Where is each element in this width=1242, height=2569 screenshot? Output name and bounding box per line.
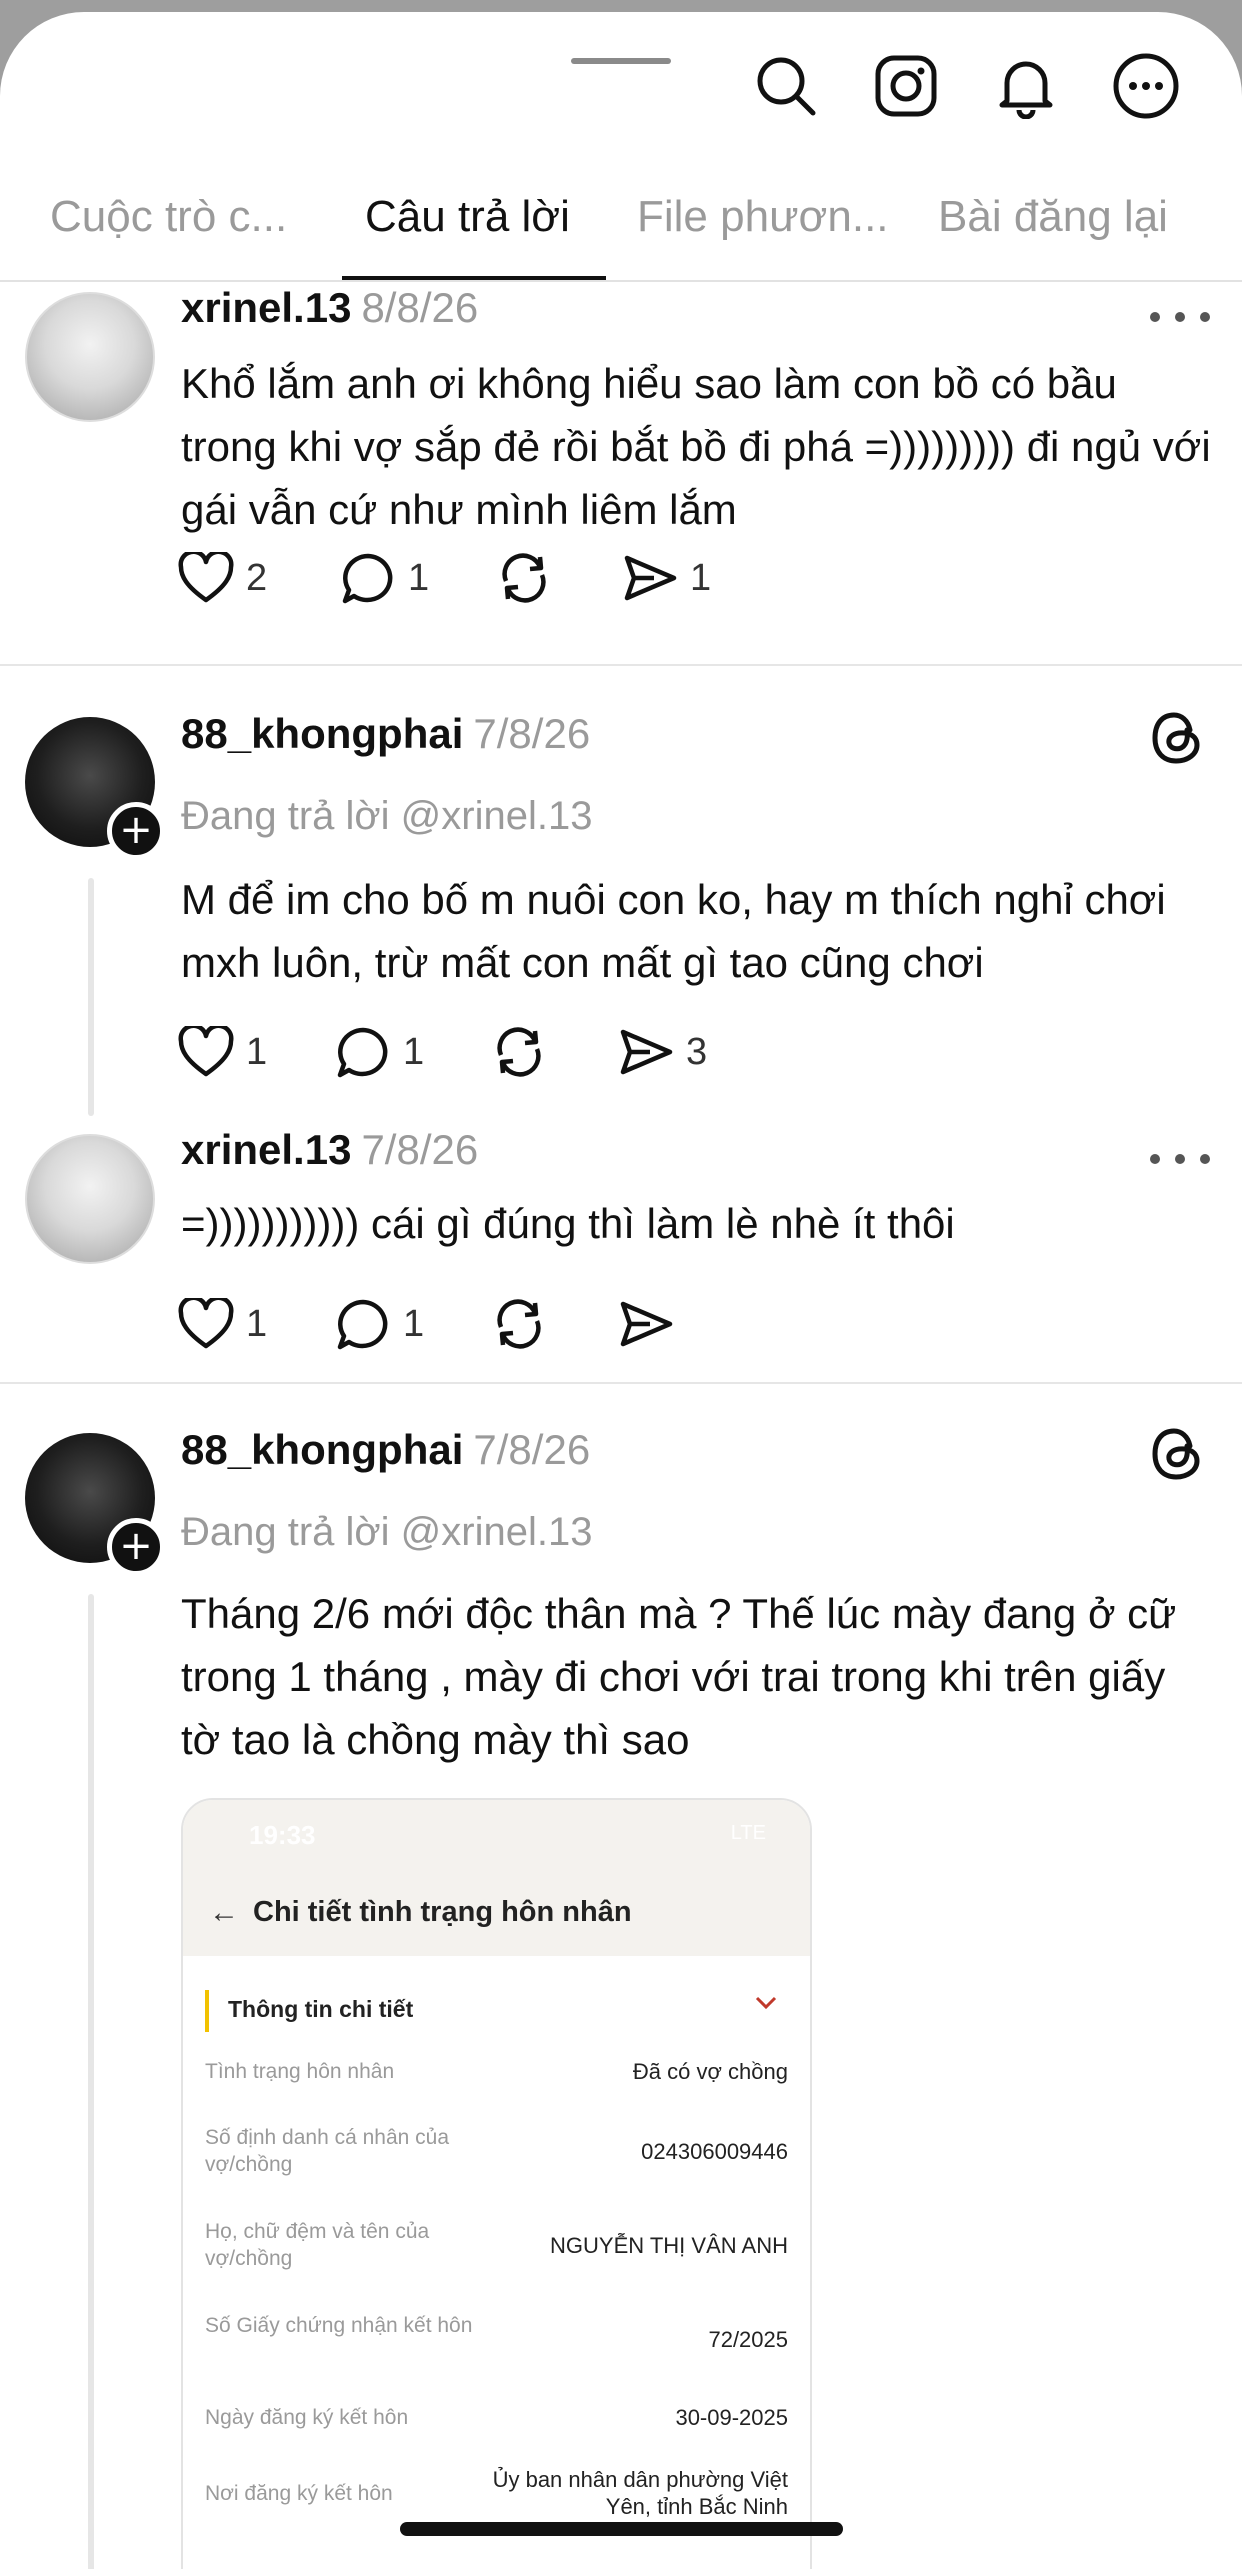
like-button[interactable]: 2 (178, 548, 267, 608)
comment-count: 1 (403, 1302, 425, 1345)
attachment-status-network: LTE (730, 1822, 766, 1844)
post-text: M để im cho bố m nuôi con ko, hay m thíc… (181, 876, 1166, 986)
like-count: 1 (246, 1030, 268, 1073)
replying-to-label[interactable]: Đang trả lời @xrinel.13 (181, 1510, 592, 1555)
follow-plus-icon[interactable]: + (107, 802, 165, 860)
active-tab-indicator (342, 276, 606, 280)
bell-icon[interactable] (990, 50, 1062, 122)
send-icon (620, 1029, 673, 1075)
like-button[interactable]: 1 (178, 1022, 267, 1082)
like-button[interactable]: 1 (178, 1294, 267, 1354)
like-count: 1 (246, 1302, 268, 1345)
comment-button[interactable]: 1 (335, 1022, 424, 1082)
post-username[interactable]: xrinel.13 8/8/26 (181, 284, 478, 332)
repost-button[interactable] (496, 548, 552, 608)
send-icon (624, 555, 677, 601)
tab-media[interactable]: File phươn... (637, 192, 889, 242)
post-date: 7/8/26 (473, 1426, 591, 1473)
threads-logo-icon[interactable] (1148, 708, 1212, 772)
thread-line (88, 878, 94, 1116)
repost-icon (497, 1299, 541, 1349)
like-count: 2 (246, 556, 268, 599)
share-button[interactable]: 1 (622, 548, 711, 608)
share-button[interactable] (618, 1294, 674, 1354)
post-more-icon[interactable] (1150, 307, 1210, 327)
repost-button[interactable] (491, 1022, 547, 1082)
section-marker (205, 1990, 209, 2032)
comment-count: 1 (408, 556, 430, 599)
comment-icon (337, 1299, 388, 1350)
send-icon (620, 1301, 673, 1347)
share-count: 3 (686, 1030, 708, 1073)
heart-icon (178, 1298, 234, 1349)
post-text: Tháng 2/6 mới độc thân mà ? Thế lúc mày … (181, 1590, 1177, 1763)
attachment-status-time: 19:33 (249, 1820, 316, 1850)
instagram-icon[interactable] (870, 50, 942, 122)
repost-icon (502, 553, 546, 603)
post-username[interactable]: 88_khongphai 7/8/26 (181, 1426, 590, 1474)
heart-icon (178, 552, 234, 603)
thread-line (88, 1594, 94, 2569)
post-username[interactable]: xrinel.13 7/8/26 (181, 1126, 478, 1174)
more-options-icon[interactable] (1110, 50, 1182, 122)
profile-sheet: Cuộc trò c... Câu trả lời File phươn... … (0, 12, 1242, 2569)
comment-button[interactable]: 1 (335, 1294, 424, 1354)
follow-plus-icon[interactable]: + (107, 1518, 165, 1576)
avatar[interactable] (25, 1134, 155, 1264)
avatar[interactable] (25, 292, 155, 422)
repost-icon (497, 1027, 541, 1077)
section-title: Thông tin chi tiết (228, 1996, 414, 2022)
share-button[interactable]: 3 (618, 1022, 707, 1082)
heart-icon (178, 1026, 234, 1077)
comment-button[interactable]: 1 (340, 548, 429, 608)
post-text: Khổ lắm anh ơi không hiểu sao làm con bồ… (181, 360, 1211, 533)
post-more-icon[interactable] (1150, 1149, 1210, 1169)
tab-reposts[interactable]: Bài đăng lại (938, 192, 1168, 242)
replying-to-label[interactable]: Đang trả lời @xrinel.13 (181, 794, 592, 839)
share-count: 1 (690, 556, 712, 599)
drag-handle[interactable] (571, 58, 671, 64)
repost-button[interactable] (491, 1294, 547, 1354)
chevron-down-icon (755, 1996, 777, 2015)
profile-tabs: Cuộc trò c... Câu trả lời File phươn... … (0, 162, 1242, 282)
comment-icon (337, 1027, 388, 1078)
post-date: 8/8/26 (361, 284, 479, 331)
post-date: 7/8/26 (361, 1126, 479, 1173)
divider (0, 1382, 1242, 1384)
post-text: =))))))))))) cái gì đúng thì làm lè nhè … (181, 1200, 955, 1247)
tab-threads[interactable]: Cuộc trò c... (50, 192, 287, 242)
back-arrow-icon: ← (209, 1896, 239, 1929)
tab-replies[interactable]: Câu trả lời (365, 192, 570, 242)
comment-icon (342, 553, 393, 604)
post-date: 7/8/26 (473, 710, 591, 757)
attachment-title: Chi tiết tình trạng hôn nhân (253, 1896, 632, 1928)
attached-image[interactable]: 19:33 LTE ← Chi tiết tình trạng hôn nhân… (181, 1798, 812, 2569)
threads-logo-icon[interactable] (1148, 1424, 1212, 1488)
divider (0, 664, 1242, 666)
home-indicator[interactable] (400, 2522, 843, 2536)
post-username[interactable]: 88_khongphai 7/8/26 (181, 710, 590, 758)
comment-count: 1 (403, 1030, 425, 1073)
attachment-header: 19:33 LTE ← Chi tiết tình trạng hôn nhân (183, 1800, 810, 1956)
search-icon[interactable] (750, 50, 822, 122)
